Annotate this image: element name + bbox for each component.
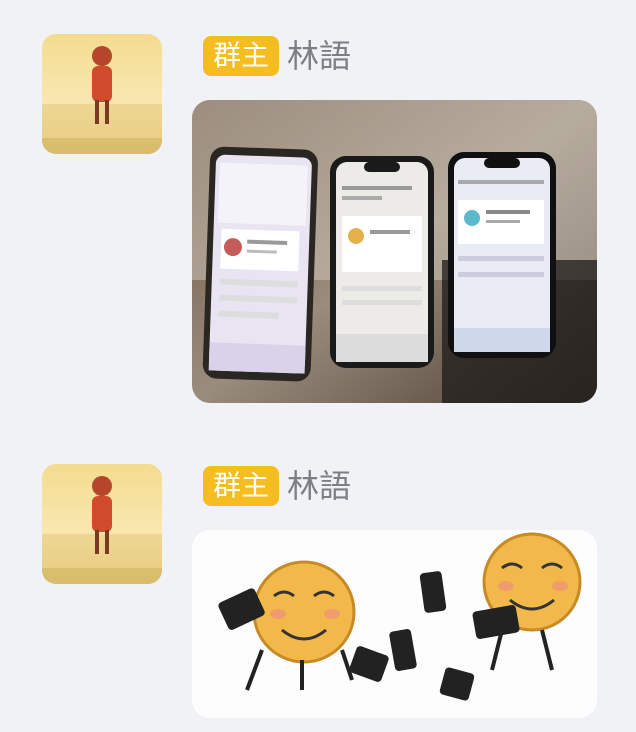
photo-message[interactable] xyxy=(192,100,597,403)
sender-name[interactable]: 林語 xyxy=(287,34,351,78)
avatar-image xyxy=(42,34,162,154)
group-owner-badge: 群主 xyxy=(203,466,280,506)
sticker-image xyxy=(192,530,597,718)
sender-info: 群主 林語 xyxy=(203,464,351,508)
sender-avatar[interactable] xyxy=(42,34,162,154)
sender-avatar[interactable] xyxy=(42,464,162,584)
sender-name[interactable]: 林語 xyxy=(287,464,351,508)
photo-image xyxy=(192,100,597,403)
avatar-image xyxy=(42,464,162,584)
group-owner-badge: 群主 xyxy=(203,36,280,76)
sender-info: 群主 林語 xyxy=(203,34,351,78)
sticker-message[interactable] xyxy=(192,530,597,718)
